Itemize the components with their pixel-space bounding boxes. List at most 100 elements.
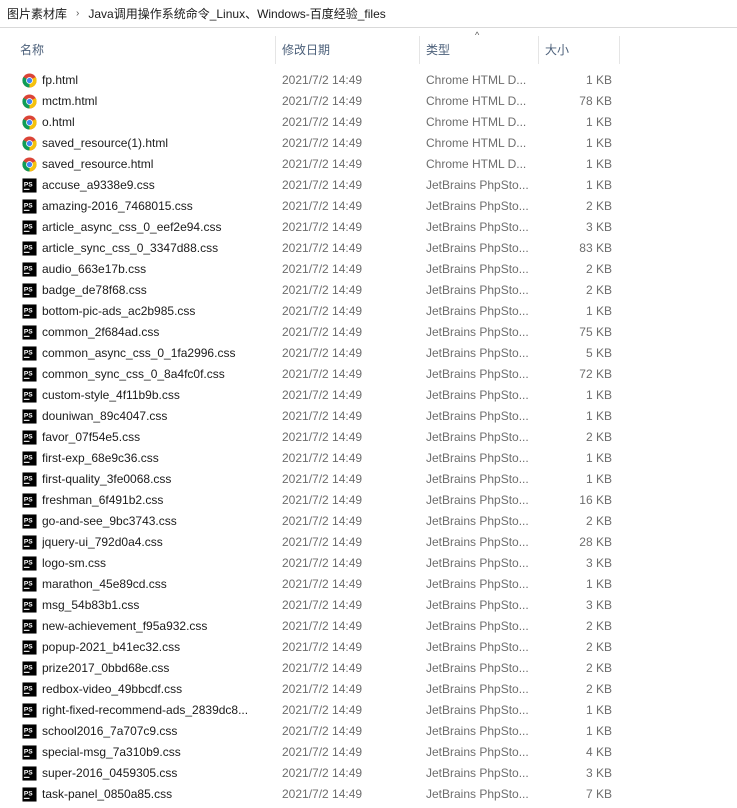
file-row[interactable]: PS favor_07f54e5.css 2021/7/2 14:49 JetB…	[0, 427, 737, 448]
file-modified-date: 2021/7/2 14:49	[282, 430, 363, 444]
file-row[interactable]: PS custom-style_4f11b9b.css 2021/7/2 14:…	[0, 385, 737, 406]
file-row[interactable]: PS redbox-video_49bbcdf.css 2021/7/2 14:…	[0, 679, 737, 700]
file-type: JetBrains PhpSto...	[426, 535, 529, 549]
svg-text:PS: PS	[24, 454, 33, 461]
file-name: marathon_45e89cd.css	[42, 577, 167, 591]
file-row[interactable]: fp.html 2021/7/2 14:49 Chrome HTML D... …	[0, 70, 737, 91]
file-modified-date: 2021/7/2 14:49	[282, 367, 363, 381]
file-name: common_2f684ad.css	[42, 325, 160, 339]
file-type: JetBrains PhpSto...	[426, 241, 529, 255]
breadcrumb-separator-icon[interactable]: ›	[76, 8, 79, 19]
column-header-name[interactable]: 名称	[14, 36, 276, 64]
svg-text:PS: PS	[24, 643, 33, 650]
file-row[interactable]: PS new-achievement_f95a932.css 2021/7/2 …	[0, 616, 737, 637]
phpstorm-icon: PS	[22, 598, 37, 613]
file-row[interactable]: PS common_async_css_0_1fa2996.css 2021/7…	[0, 343, 737, 364]
file-row[interactable]: saved_resource(1).html 2021/7/2 14:49 Ch…	[0, 133, 737, 154]
svg-text:PS: PS	[24, 223, 33, 230]
file-row[interactable]: PS bottom-pic-ads_ac2b985.css 2021/7/2 1…	[0, 301, 737, 322]
file-modified-date: 2021/7/2 14:49	[282, 535, 363, 549]
svg-text:PS: PS	[24, 475, 33, 482]
sort-ascending-icon: ^	[475, 30, 480, 40]
file-size: 72 KB	[579, 367, 612, 381]
phpstorm-icon: PS	[22, 325, 37, 340]
file-row[interactable]: PS right-fixed-recommend-ads_2839dc8... …	[0, 700, 737, 721]
chrome-icon	[22, 136, 37, 151]
file-row[interactable]: PS prize2017_0bbd68e.css 2021/7/2 14:49 …	[0, 658, 737, 679]
file-row[interactable]: PS go-and-see_9bc3743.css 2021/7/2 14:49…	[0, 511, 737, 532]
file-row[interactable]: PS common_2f684ad.css 2021/7/2 14:49 Jet…	[0, 322, 737, 343]
file-row[interactable]: mctm.html 2021/7/2 14:49 Chrome HTML D..…	[0, 91, 737, 112]
breadcrumb-item-current[interactable]: Java调用操作系统命令_Linux、Windows-百度经验_files	[88, 5, 385, 22]
file-size: 78 KB	[579, 94, 612, 108]
file-modified-date: 2021/7/2 14:49	[282, 472, 363, 486]
file-size: 2 KB	[585, 262, 612, 276]
file-row[interactable]: PS jquery-ui_792d0a4.css 2021/7/2 14:49 …	[0, 532, 737, 553]
file-type: JetBrains PhpSto...	[426, 178, 529, 192]
svg-text:PS: PS	[24, 580, 33, 587]
chrome-icon	[22, 157, 37, 172]
file-name: logo-sm.css	[42, 556, 107, 570]
file-modified-date: 2021/7/2 14:49	[282, 787, 363, 801]
file-name: badge_de78f68.css	[42, 283, 147, 297]
file-row[interactable]: PS first-quality_3fe0068.css 2021/7/2 14…	[0, 469, 737, 490]
file-row[interactable]: PS douniwan_89c4047.css 2021/7/2 14:49 J…	[0, 406, 737, 427]
file-modified-date: 2021/7/2 14:49	[282, 577, 363, 591]
svg-text:PS: PS	[24, 706, 33, 713]
file-row[interactable]: o.html 2021/7/2 14:49 Chrome HTML D... 1…	[0, 112, 737, 133]
file-row[interactable]: PS task-panel_0850a85.css 2021/7/2 14:49…	[0, 784, 737, 805]
file-row[interactable]: PS freshman_6f491b2.css 2021/7/2 14:49 J…	[0, 490, 737, 511]
file-modified-date: 2021/7/2 14:49	[282, 682, 363, 696]
file-name: msg_54b83b1.css	[42, 598, 140, 612]
file-type: JetBrains PhpSto...	[426, 367, 529, 381]
file-type: JetBrains PhpSto...	[426, 388, 529, 402]
file-name: audio_663e17b.css	[42, 262, 147, 276]
file-type: JetBrains PhpSto...	[426, 640, 529, 654]
phpstorm-icon: PS	[22, 556, 37, 571]
file-type: JetBrains PhpSto...	[426, 493, 529, 507]
file-modified-date: 2021/7/2 14:49	[282, 703, 363, 717]
file-type: JetBrains PhpSto...	[426, 598, 529, 612]
file-type: JetBrains PhpSto...	[426, 430, 529, 444]
svg-text:PS: PS	[24, 391, 33, 398]
svg-text:PS: PS	[24, 790, 33, 797]
file-row[interactable]: PS school2016_7a707c9.css 2021/7/2 14:49…	[0, 721, 737, 742]
file-type: JetBrains PhpSto...	[426, 661, 529, 675]
phpstorm-icon: PS	[22, 199, 37, 214]
column-header-date[interactable]: 修改日期	[276, 36, 420, 64]
file-row[interactable]: PS accuse_a9338e9.css 2021/7/2 14:49 Jet…	[0, 175, 737, 196]
file-modified-date: 2021/7/2 14:49	[282, 598, 363, 612]
file-modified-date: 2021/7/2 14:49	[282, 514, 363, 528]
file-name: amazing-2016_7468015.css	[42, 199, 193, 213]
phpstorm-icon: PS	[22, 283, 37, 298]
file-row[interactable]: PS popup-2021_b41ec32.css 2021/7/2 14:49…	[0, 637, 737, 658]
breadcrumb-item-parent[interactable]: 图片素材库	[7, 5, 67, 22]
file-type: JetBrains PhpSto...	[426, 451, 529, 465]
file-row[interactable]: PS article_async_css_0_eef2e94.css 2021/…	[0, 217, 737, 238]
file-row[interactable]: saved_resource.html 2021/7/2 14:49 Chrom…	[0, 154, 737, 175]
file-row[interactable]: PS marathon_45e89cd.css 2021/7/2 14:49 J…	[0, 574, 737, 595]
file-row[interactable]: PS special-msg_7a310b9.css 2021/7/2 14:4…	[0, 742, 737, 763]
file-modified-date: 2021/7/2 14:49	[282, 262, 363, 276]
file-name: first-quality_3fe0068.css	[42, 472, 172, 486]
file-row[interactable]: PS first-exp_68e9c36.css 2021/7/2 14:49 …	[0, 448, 737, 469]
file-size: 1 KB	[585, 451, 612, 465]
file-type: JetBrains PhpSto...	[426, 304, 529, 318]
column-header-row: 名称 修改日期 类型 大小	[0, 36, 737, 64]
file-row[interactable]: PS audio_663e17b.css 2021/7/2 14:49 JetB…	[0, 259, 737, 280]
file-row[interactable]: PS amazing-2016_7468015.css 2021/7/2 14:…	[0, 196, 737, 217]
file-row[interactable]: PS common_sync_css_0_8a4fc0f.css 2021/7/…	[0, 364, 737, 385]
file-row[interactable]: PS super-2016_0459305.css 2021/7/2 14:49…	[0, 763, 737, 784]
column-header-type[interactable]: 类型	[420, 36, 539, 64]
file-row[interactable]: PS article_sync_css_0_3347d88.css 2021/7…	[0, 238, 737, 259]
file-modified-date: 2021/7/2 14:49	[282, 724, 363, 738]
file-row[interactable]: PS badge_de78f68.css 2021/7/2 14:49 JetB…	[0, 280, 737, 301]
column-header-size[interactable]: 大小	[539, 36, 620, 64]
file-size: 1 KB	[585, 73, 612, 87]
svg-text:PS: PS	[24, 349, 33, 356]
file-row[interactable]: PS logo-sm.css 2021/7/2 14:49 JetBrains …	[0, 553, 737, 574]
file-name: first-exp_68e9c36.css	[42, 451, 159, 465]
phpstorm-icon: PS	[22, 472, 37, 487]
file-row[interactable]: PS msg_54b83b1.css 2021/7/2 14:49 JetBra…	[0, 595, 737, 616]
file-name: popup-2021_b41ec32.css	[42, 640, 181, 654]
